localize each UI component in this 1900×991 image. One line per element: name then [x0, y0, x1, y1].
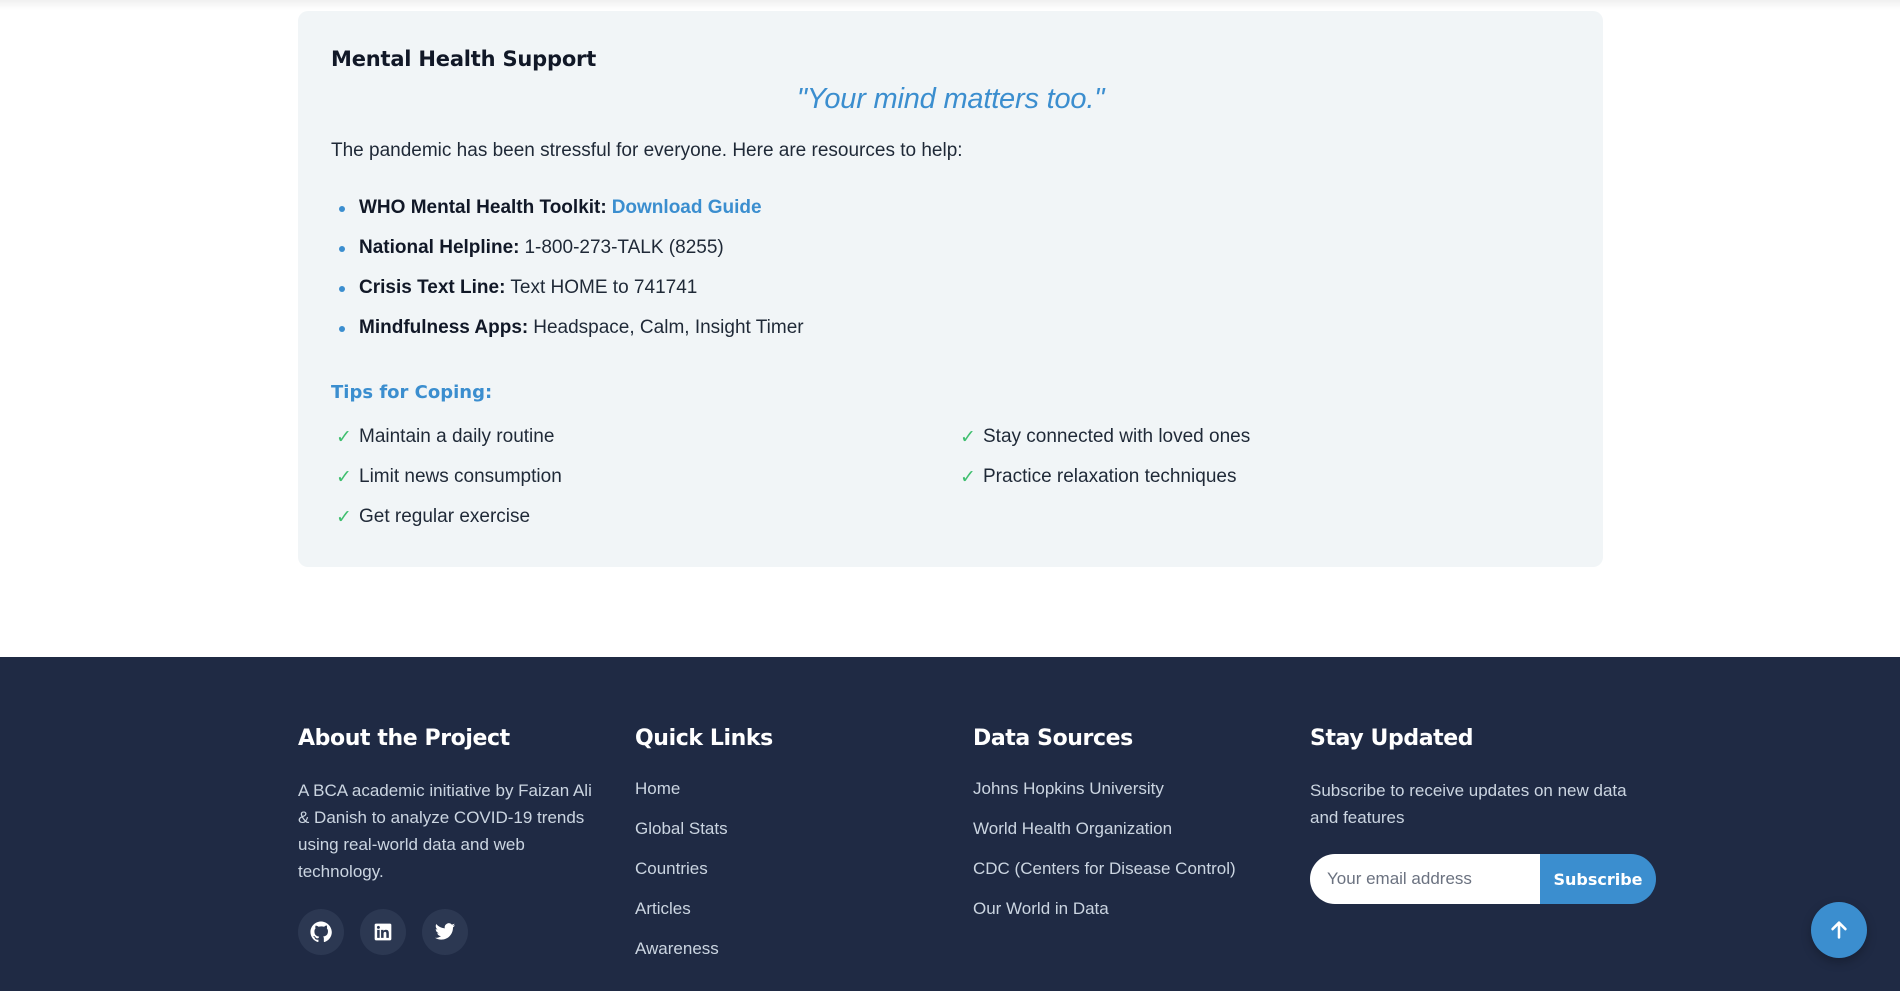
check-icon: ✓ [336, 466, 352, 488]
resource-label: National Helpline: [359, 237, 520, 258]
tip-item: ✓ Practice relaxation techniques [955, 457, 1455, 497]
check-icon: ✓ [336, 506, 352, 528]
back-to-top-button[interactable] [1811, 902, 1867, 958]
quick-links-column: Quick Links Home Global Stats Countries … [635, 726, 773, 978]
tips-title: Tips for Coping: [331, 382, 493, 403]
social-links [298, 909, 598, 955]
stay-updated-column: Stay Updated Subscribe to receive update… [1310, 726, 1656, 904]
tips-grid: ✓ Maintain a daily routine ✓ Stay connec… [331, 417, 1570, 537]
bullet-icon [339, 326, 345, 332]
tip-text: Get regular exercise [359, 506, 531, 527]
list-item: Mindfulness Apps: Headspace, Calm, Insig… [331, 308, 1570, 348]
tip-item: ✓ Limit news consumption [331, 457, 955, 497]
check-icon: ✓ [960, 466, 976, 488]
bullet-icon [339, 206, 345, 212]
quick-link-global-stats[interactable]: Global Stats [635, 818, 773, 858]
about-column: About the Project A BCA academic initiat… [298, 726, 598, 955]
data-sources-list: Johns Hopkins University World Health Or… [973, 778, 1236, 938]
quick-links-list: Home Global Stats Countries Articles Awa… [635, 778, 773, 978]
site-footer: About the Project A BCA academic initiat… [0, 657, 1900, 991]
arrow-up-icon [1831, 921, 1847, 939]
tip-item: ✓ Get regular exercise [331, 497, 955, 537]
source-link-who[interactable]: World Health Organization [973, 818, 1236, 858]
source-link-owid[interactable]: Our World in Data [973, 898, 1236, 938]
about-text: A BCA academic initiative by Faizan Ali … [298, 781, 592, 881]
quick-link-countries[interactable]: Countries [635, 858, 773, 898]
resource-label: WHO Mental Health Toolkit: [359, 197, 607, 218]
bullet-icon [339, 286, 345, 292]
data-sources-title: Data Sources [973, 726, 1133, 751]
quick-link-articles[interactable]: Articles [635, 898, 773, 938]
list-item: Crisis Text Line: Text HOME to 741741 [331, 268, 1570, 308]
source-link-jhu[interactable]: Johns Hopkins University [973, 778, 1236, 818]
resource-list: WHO Mental Health Toolkit: Download Guid… [331, 188, 1570, 348]
tip-item: ✓ Stay connected with loved ones [955, 417, 1455, 457]
data-sources-column: Data Sources Johns Hopkins University Wo… [973, 726, 1236, 938]
list-item: National Helpline: 1-800-273-TALK (8255) [331, 228, 1570, 268]
mental-health-card: Mental Health Support "Your mind matters… [298, 11, 1603, 567]
subscribe-button[interactable]: Subscribe [1540, 854, 1656, 904]
resource-label: Crisis Text Line: [359, 277, 506, 298]
quick-link-home[interactable]: Home [635, 778, 773, 818]
tip-text: Maintain a daily routine [359, 426, 555, 447]
about-title: About the Project [298, 726, 510, 751]
bullet-icon [339, 246, 345, 252]
download-guide-link[interactable]: Download Guide [612, 197, 762, 219]
tip-text: Practice relaxation techniques [983, 466, 1237, 487]
email-input[interactable] [1310, 854, 1540, 904]
tip-item: ✓ Maintain a daily routine [331, 417, 955, 457]
card-title: Mental Health Support [331, 47, 597, 71]
list-item: WHO Mental Health Toolkit: Download Guid… [331, 188, 1570, 228]
resource-value: 1-800-273-TALK (8255) [524, 237, 724, 258]
stay-updated-title: Stay Updated [1310, 726, 1474, 751]
header-shadow [0, 0, 1900, 10]
resource-label: Mindfulness Apps: [359, 317, 529, 338]
linkedin-icon[interactable] [360, 909, 406, 955]
subscribe-form: Subscribe [1310, 854, 1656, 904]
twitter-icon[interactable] [422, 909, 468, 955]
resource-value: Text HOME to 741741 [510, 277, 698, 298]
quick-link-awareness[interactable]: Awareness [635, 938, 773, 978]
tip-text: Limit news consumption [359, 466, 562, 487]
quote: "Your mind matters too." [796, 83, 1105, 115]
resource-value: Headspace, Calm, Insight Timer [533, 317, 804, 338]
intro-text: The pandemic has been stressful for ever… [331, 140, 963, 161]
tip-text: Stay connected with loved ones [983, 426, 1251, 447]
github-icon[interactable] [298, 909, 344, 955]
quick-links-title: Quick Links [635, 726, 773, 751]
subscribe-text: Subscribe to receive updates on new data… [1310, 781, 1627, 827]
source-link-cdc[interactable]: CDC (Centers for Disease Control) [973, 858, 1236, 898]
check-icon: ✓ [336, 426, 352, 448]
check-icon: ✓ [960, 426, 976, 448]
